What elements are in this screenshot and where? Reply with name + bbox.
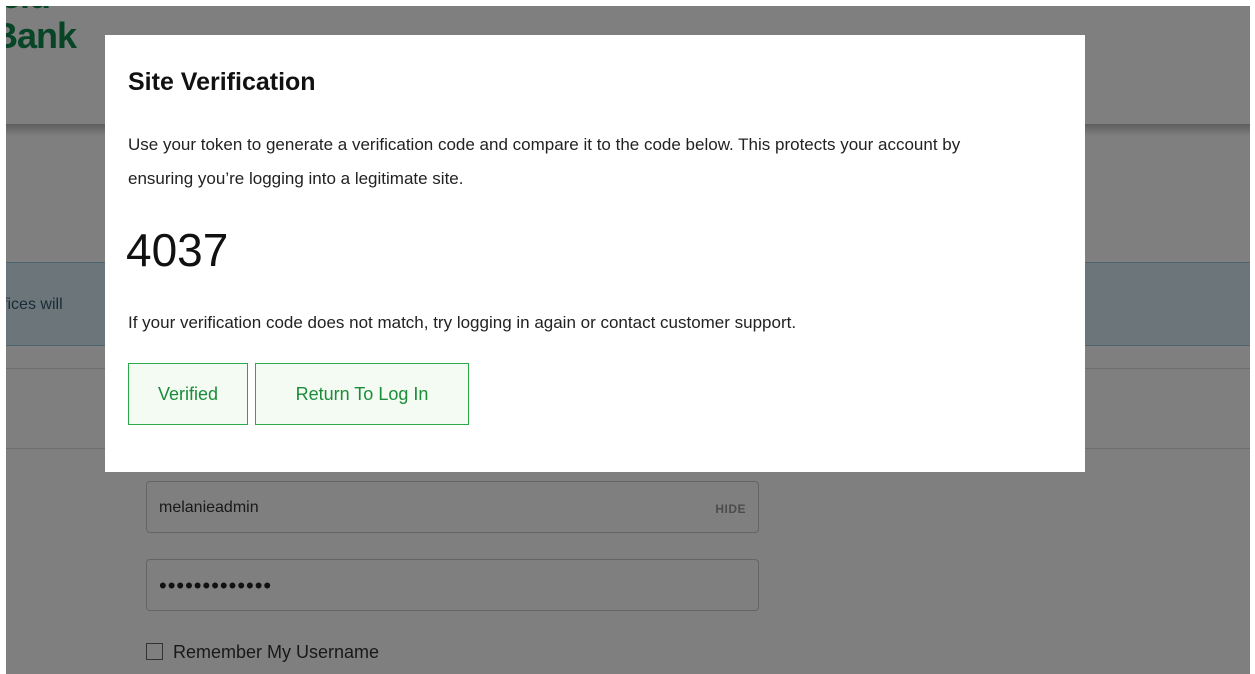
window-edge-right [1250, 0, 1255, 674]
window-edge-left [0, 0, 6, 674]
site-verification-dialog: Site Verification Use your token to gene… [105, 35, 1085, 472]
dialog-description: Use your token to generate a verificatio… [128, 135, 961, 188]
window-edge-top [0, 0, 1255, 6]
verified-button[interactable]: Verified [128, 363, 248, 425]
mismatch-instructions: If your verification code does not match… [128, 313, 797, 332]
dialog-title: Site Verification [128, 68, 316, 96]
verification-code: 4037 [126, 224, 229, 276]
return-to-login-button[interactable]: Return To Log In [255, 363, 469, 425]
